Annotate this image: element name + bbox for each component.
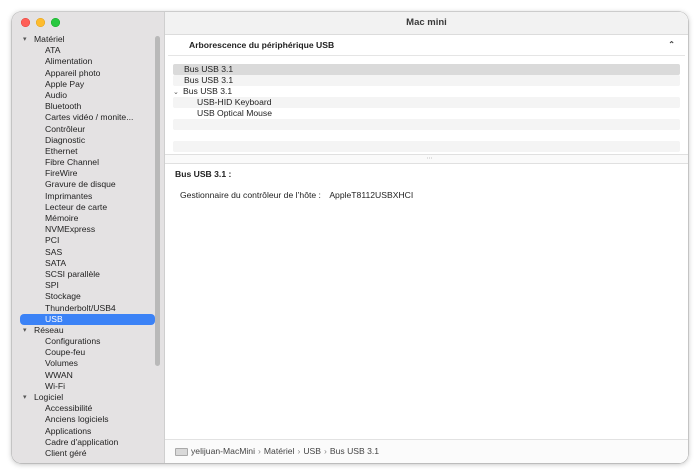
device-tree-row-label: USB-HID Keyboard (197, 97, 272, 107)
mac-mini-icon (175, 447, 188, 456)
sidebar-item[interactable]: Accessibilité (12, 403, 162, 414)
empty-row (173, 141, 680, 152)
device-tree-row-label: Bus USB 3.1 (184, 75, 234, 85)
sidebar-item[interactable]: Cartes vidéo / monite... (12, 112, 162, 123)
sidebar-tree: ▾ Matériel ATA Alimentation Appareil photo Ap… (12, 34, 162, 459)
device-tree-list: Bus USB 3.1 Bus USB 3.1 ⌄ Bus USB 3.1 USB-HI… (173, 64, 680, 152)
sidebar-item[interactable]: Wi-Fi (12, 381, 162, 392)
minimize-button[interactable] (36, 18, 45, 27)
sidebar-item[interactable]: Alimentation (12, 56, 162, 67)
detail-row: Gestionnaire du contrôleur de l’hôte : A… (175, 190, 678, 200)
sidebar-item[interactable]: Mémoire (12, 213, 162, 224)
device-tree-header[interactable]: Arborescence du périphérique USB ⌃ (168, 35, 685, 56)
detail-pane: Bus USB 3.1 : Gestionnaire du contrôleur… (165, 162, 688, 207)
chevron-down-icon[interactable]: ▾ (23, 325, 27, 336)
path-bar: yelijuan-MacMini › Matériel › USB › Bus USB 3.… (165, 439, 688, 463)
sidebar-item[interactable]: Lecteur de carte (12, 202, 162, 213)
chevron-down-icon[interactable]: ⌄ (173, 87, 183, 98)
chevron-right-icon: › (324, 446, 327, 456)
sidebar-item[interactable]: Volumes (12, 358, 162, 369)
device-tree-row[interactable]: Bus USB 3.1 (173, 75, 680, 86)
device-tree-title: Arborescence du périphérique USB (189, 40, 335, 50)
device-tree-row[interactable]: USB-HID Keyboard (173, 97, 680, 108)
sidebar-item[interactable]: USB (20, 313, 155, 325)
sidebar-item[interactable]: Client géré (12, 448, 162, 459)
sidebar-item[interactable]: Thunderbolt/USB4 (12, 303, 162, 314)
sidebar-item[interactable]: Applications (12, 426, 162, 437)
window-controls (21, 18, 60, 27)
device-tree-row-label: USB Optical Mouse (197, 108, 272, 118)
sidebar-item[interactable]: NVMExpress (12, 224, 162, 235)
sidebar-item[interactable]: Appareil photo (12, 68, 162, 79)
path-bar-item[interactable]: USB (303, 446, 321, 456)
sidebar-item[interactable]: Gravure de disque (12, 179, 162, 190)
detail-field-value: AppleT8112USBXHCI (329, 190, 414, 200)
device-tree-row[interactable]: Bus USB 3.1 (173, 64, 680, 75)
sidebar-category-label: Réseau (34, 324, 64, 335)
device-tree-row[interactable]: ⌄ Bus USB 3.1 (173, 86, 680, 97)
path-bar-item[interactable]: yelijuan-MacMini (191, 446, 255, 456)
sidebar-item[interactable]: PCI (12, 235, 162, 246)
sidebar-item[interactable]: Coupe-feu (12, 347, 162, 358)
sidebar-item[interactable]: SAS (12, 247, 162, 258)
system-information-window: ▾ Matériel ATA Alimentation Appareil photo Ap… (12, 12, 688, 463)
sidebar-category-label: Logiciel (34, 392, 64, 402)
window-title: Mac mini (165, 12, 688, 35)
sidebar-item[interactable]: Fibre Channel (12, 157, 162, 168)
sidebar-item[interactable]: SATA (12, 258, 162, 269)
main-panel: Mac mini Arborescence du périphérique US… (165, 12, 688, 463)
chevron-right-icon: › (258, 446, 261, 456)
sidebar-item[interactable]: Diagnostic (12, 135, 162, 146)
path-bar-item[interactable]: Bus USB 3.1 (330, 446, 379, 456)
device-tree-row-label: Bus USB 3.1 (184, 64, 234, 74)
sidebar-item[interactable]: Contrôleur (12, 124, 162, 135)
chevron-down-icon[interactable]: ▾ (23, 34, 27, 45)
detail-title: Bus USB 3.1 : (175, 169, 232, 179)
chevron-right-icon: › (297, 446, 301, 456)
sidebar-category[interactable]: ▾ Logiciel (12, 392, 162, 403)
sidebar-item[interactable]: FireWire (12, 168, 162, 179)
close-button[interactable] (21, 18, 30, 27)
sidebar-category[interactable]: ▾ Matériel (12, 34, 162, 45)
sidebar-category-label: Matériel (34, 34, 65, 44)
sidebar-item[interactable]: Anciens logiciels (12, 414, 162, 425)
sidebar-item[interactable]: Bluetooth (12, 101, 162, 112)
sidebar-item[interactable]: ATA (12, 45, 162, 56)
zoom-button[interactable] (51, 18, 60, 27)
sidebar-item[interactable]: SCSI parallèle (12, 269, 162, 280)
sidebar-item[interactable]: Stockage (12, 291, 162, 302)
chevron-down-icon[interactable]: ▾ (23, 392, 27, 403)
empty-row (173, 130, 680, 141)
path-bar-item[interactable]: Matériel (264, 446, 295, 456)
drag-handle-icon[interactable]: ⋯ (427, 155, 433, 162)
device-tree-row[interactable]: USB Optical Mouse (173, 108, 680, 119)
sidebar: ▾ Matériel ATA Alimentation Appareil photo Ap… (12, 12, 165, 463)
sidebar-scrollbar[interactable] (155, 36, 160, 366)
sidebar-item[interactable]: Audio (12, 90, 162, 101)
sidebar-item[interactable]: Ethernet (12, 146, 162, 157)
sidebar-item[interactable]: Apple Pay (12, 79, 162, 90)
sidebar-item[interactable]: WWAN (12, 370, 162, 381)
sidebar-category[interactable]: ▾ Réseau (12, 325, 162, 336)
device-tree-row-label: Bus USB 3.1 (183, 86, 233, 96)
empty-row (173, 119, 680, 130)
sidebar-item[interactable]: Imprimantes (12, 191, 162, 202)
sidebar-item[interactable]: SPI (12, 280, 162, 291)
sidebar-item[interactable]: Configurations (12, 336, 162, 347)
sidebar-item[interactable]: Cadre d'application (12, 437, 162, 448)
chevron-up-icon[interactable]: ⌃ (668, 35, 675, 55)
detail-field-label: Gestionnaire du contrôleur de l’hôte : (180, 190, 321, 200)
